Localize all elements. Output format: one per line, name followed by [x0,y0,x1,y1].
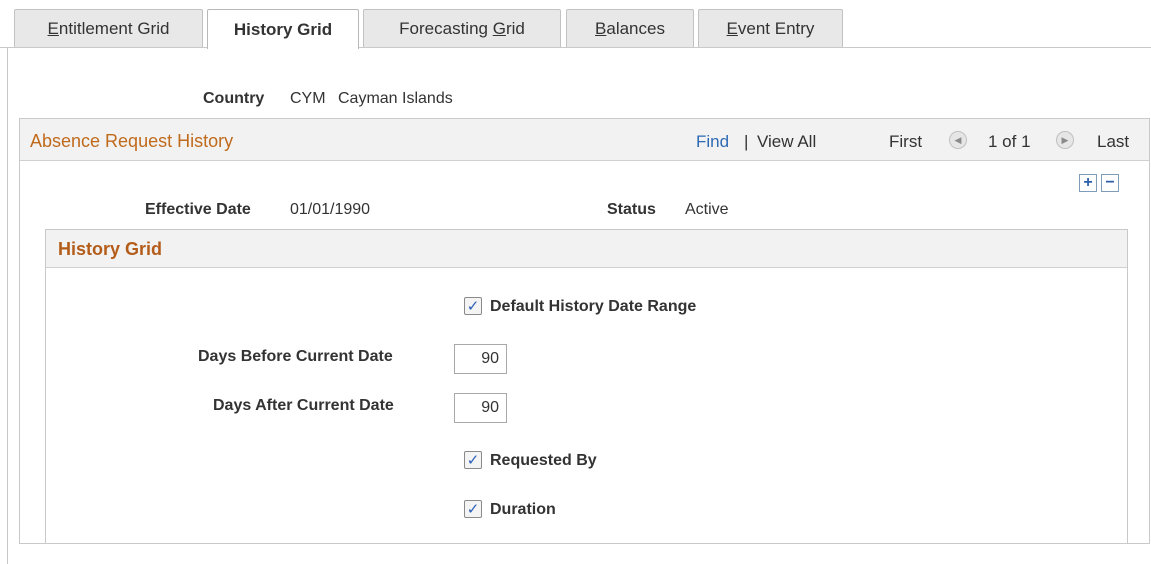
tab-label: Entitlement Grid [47,19,170,38]
requested-by-checkbox[interactable]: ✓ [464,451,482,469]
country-name: Cayman Islands [338,90,453,107]
group-title: History Grid [58,239,163,259]
delete-row-button[interactable]: − [1101,174,1119,192]
first-link[interactable]: First [889,132,922,152]
scroll-area-header: Absence Request History Find | View All … [20,119,1149,161]
group-header: History Grid [46,230,1127,268]
tab-label: Event Entry [726,19,815,38]
page-frame-left [7,48,8,564]
days-before-input[interactable]: 90 [454,344,507,374]
status-value: Active [685,201,729,218]
tab-forecasting-grid[interactable]: Forecasting Grid [363,9,561,48]
tab-label: Balances [595,19,665,38]
tab-bar: Entitlement Grid History Grid Forecastin… [0,0,1151,49]
tab-event-entry[interactable]: Event Entry [698,9,843,48]
duration-label: Duration [490,501,556,518]
days-before-label: Days Before Current Date [198,348,393,365]
duration-checkbox[interactable]: ✓ [464,500,482,518]
arrow-left-icon[interactable]: ◀ [949,131,967,149]
tab-baseline [0,47,1151,48]
arrow-right-icon[interactable]: ▶ [1056,131,1074,149]
tab-label: Forecasting Grid [399,19,525,38]
effective-date-label: Effective Date [145,201,251,218]
separator: | [744,132,749,151]
days-after-label: Days After Current Date [213,397,394,414]
tab-label: History Grid [233,19,333,39]
country-label: Country [203,90,265,107]
effective-date-value: 01/01/1990 [290,201,371,218]
tab-balances[interactable]: Balances [566,9,694,48]
checkmark-icon: ✓ [466,452,480,469]
tab-entitlement-grid[interactable]: Entitlement Grid [14,9,203,48]
view-all-link[interactable]: View All [757,132,816,152]
find-link[interactable]: Find [696,132,729,152]
add-row-button[interactable]: + [1079,174,1097,192]
row-count: 1 of 1 [988,132,1031,151]
requested-by-label: Requested By [490,452,597,469]
history-grid-group: History Grid [45,229,1128,544]
scroll-area-title: Absence Request History [30,131,234,151]
status-label: Status [607,201,656,218]
checkmark-icon: ✓ [466,501,480,518]
tab-history-grid[interactable]: History Grid [207,9,359,49]
days-after-input[interactable]: 90 [454,393,507,423]
default-history-date-range-checkbox[interactable]: ✓ [464,297,482,315]
country-code: CYM [290,90,326,107]
default-history-date-range-label: Default History Date Range [490,298,697,315]
last-link[interactable]: Last [1097,132,1129,152]
checkmark-icon: ✓ [466,298,480,315]
